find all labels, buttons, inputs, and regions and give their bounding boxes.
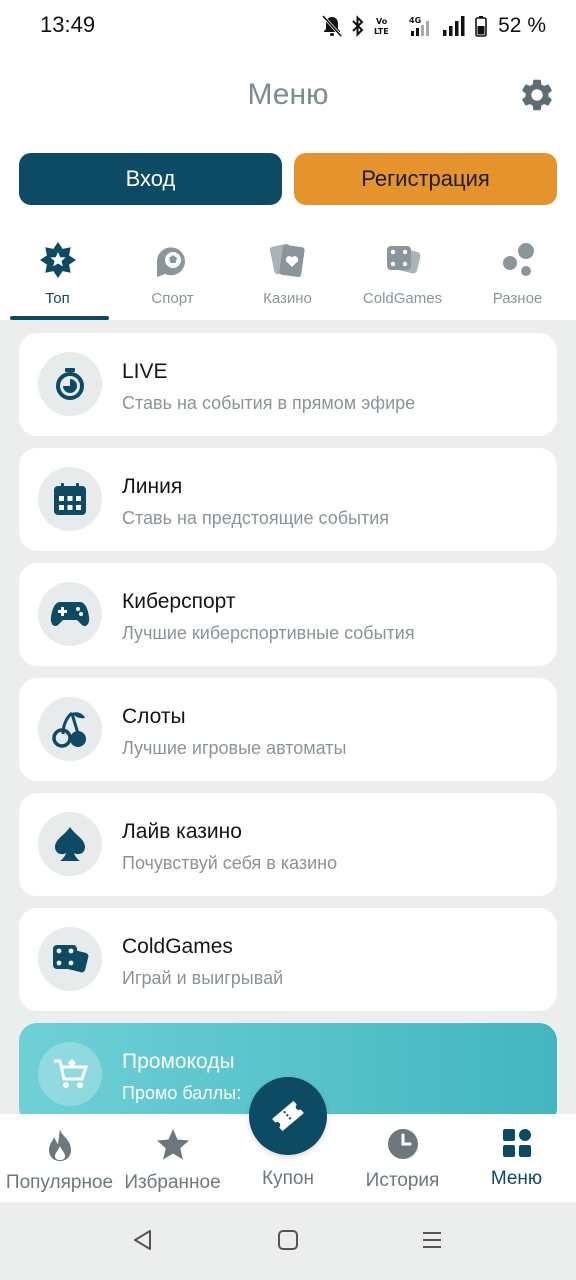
4g-signal-icon: 4G <box>409 16 430 36</box>
nav-menu[interactable]: Меню <box>459 1114 574 1202</box>
nav-label: Популярное <box>5 1172 114 1193</box>
login-button[interactable]: Вход <box>19 153 282 205</box>
menu-item-subtitle: Ставь на предстоящие события <box>122 508 390 528</box>
back-icon[interactable] <box>132 1228 154 1252</box>
tab-label: Топ <box>45 290 70 307</box>
battery-percent: 52 % <box>498 14 546 37</box>
cart-icon <box>38 1042 102 1106</box>
menu-item-title: Промокоды <box>122 1050 235 1073</box>
star-icon <box>156 1129 189 1160</box>
calendar-icon <box>38 467 102 531</box>
nav-label: Избранное <box>124 1172 221 1193</box>
tab-misc[interactable]: Разное <box>460 238 575 320</box>
svg-text:Vo: Vo <box>376 17 388 26</box>
ticket-icon <box>272 1100 304 1132</box>
system-nav-bar <box>0 1202 576 1280</box>
dice-icon <box>386 246 420 274</box>
nav-history[interactable]: История <box>345 1114 460 1202</box>
tab-label: Казино <box>263 290 312 307</box>
tab-label: Спорт <box>151 290 194 307</box>
menu-item-subtitle: Лучшие игровые автоматы <box>122 738 347 758</box>
nav-label: Меню <box>490 1168 543 1189</box>
status-icons: Vo LTE 4G 52 % <box>322 12 546 40</box>
coupon-button[interactable] <box>249 1077 327 1155</box>
volte-icon: Vo LTE <box>374 17 389 36</box>
grid-menu-icon <box>502 1129 531 1157</box>
menu-item-title: ColdGames <box>122 935 233 958</box>
nav-favorites[interactable]: Избранное <box>115 1114 230 1202</box>
menu-item-live[interactable]: LIVE Ставь на события в прямом эфире <box>19 333 557 436</box>
nav-label: История <box>365 1170 440 1191</box>
page-title: Меню <box>247 78 329 111</box>
stopwatch-icon <box>38 352 102 416</box>
menu-item-title: Линия <box>122 475 183 498</box>
playing-cards-icon <box>269 243 305 277</box>
menu-item-subtitle: Почувствуй себя в казино <box>122 853 338 873</box>
home-icon[interactable] <box>277 1228 299 1252</box>
menu-item-coldgames[interactable]: ColdGames Играй и выигрывай <box>19 908 557 1011</box>
battery-icon <box>475 16 487 37</box>
tab-label: ColdGames <box>362 290 443 307</box>
menu-item-line[interactable]: Линия Ставь на предстоящие события <box>19 448 557 551</box>
tab-coldgames[interactable]: ColdGames <box>345 238 460 320</box>
svg-text:LTE: LTE <box>374 27 389 36</box>
gear-icon[interactable] <box>518 76 556 114</box>
menu-item-subtitle: Лучшие киберспортивные события <box>122 623 415 643</box>
menu-item-title: LIVE <box>122 360 168 383</box>
bubbles-icon <box>502 243 534 276</box>
star-badge-icon <box>39 242 76 278</box>
clock-icon <box>387 1129 418 1159</box>
menu-list: LIVE Ставь на события в прямом эфире Лин… <box>0 320 576 1114</box>
register-button[interactable]: Регистрация <box>294 153 557 205</box>
bluetooth-icon <box>352 15 364 37</box>
tab-casino[interactable]: Казино <box>230 238 345 320</box>
spade-icon <box>38 812 102 876</box>
tab-label: Разное <box>492 290 543 307</box>
status-time: 13:49 <box>40 12 96 37</box>
status-bar: 13:49 Vo LTE 4G 52 % <box>0 0 576 52</box>
menu-item-subtitle: Играй и выигрывай <box>122 968 284 988</box>
coupon-label: Купон <box>262 1168 314 1189</box>
menu-item-title: Киберспорт <box>122 590 236 613</box>
cherry-icon <box>38 697 102 761</box>
tab-top[interactable]: Топ <box>0 238 115 320</box>
menu-item-title: Слоты <box>122 705 186 728</box>
menu-item-esports[interactable]: Киберспорт Лучшие киберспортивные событи… <box>19 563 557 666</box>
gamepad-icon <box>38 582 102 646</box>
menu-item-live-casino[interactable]: Лайв казино Почувствуй себя в казино <box>19 793 557 896</box>
dice-icon <box>38 927 102 991</box>
category-tabs: Топ Спорт Казино ColdGames Разное <box>0 238 576 320</box>
svg-text:4G: 4G <box>409 16 421 25</box>
soccer-ball-icon <box>156 247 185 277</box>
bell-off-icon <box>322 15 343 37</box>
tab-sport[interactable]: Спорт <box>115 238 230 320</box>
menu-item-subtitle: Промо баллы: <box>122 1083 242 1103</box>
nav-popular[interactable]: Популярное <box>2 1114 117 1202</box>
flame-icon <box>48 1129 71 1161</box>
header: Меню Вход Регистрация Топ Спорт Казино C… <box>0 52 576 320</box>
menu-item-subtitle: Ставь на события в прямом эфире <box>122 393 416 413</box>
menu-item-title: Лайв казино <box>122 820 242 843</box>
menu-item-slots[interactable]: Слоты Лучшие игровые автоматы <box>19 678 557 781</box>
signal-icon <box>443 16 465 36</box>
recents-icon[interactable] <box>421 1228 443 1252</box>
